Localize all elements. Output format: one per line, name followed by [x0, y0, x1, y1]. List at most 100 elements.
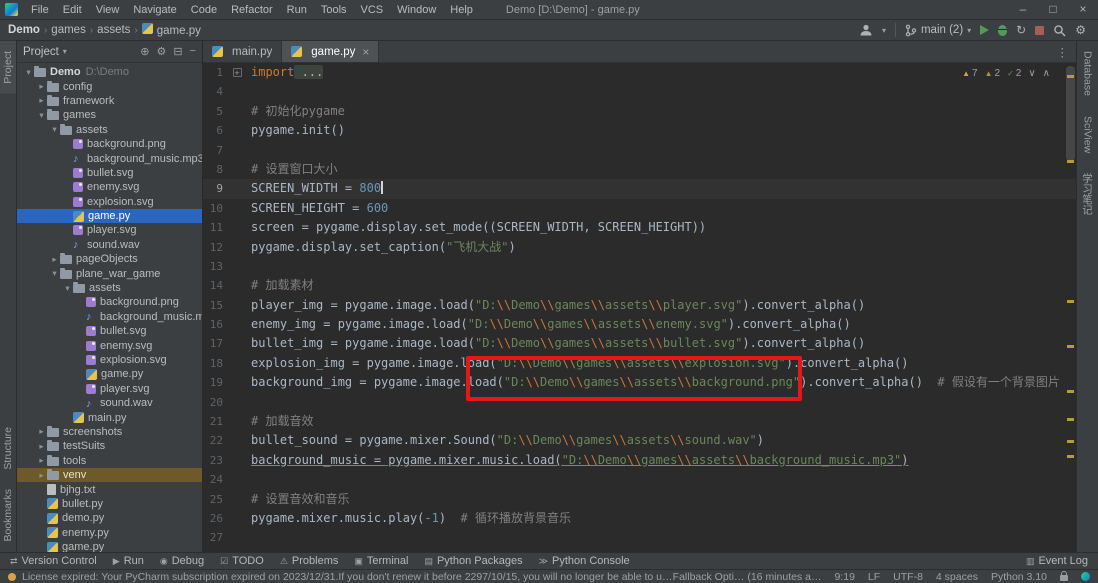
line-number[interactable]: 17: [203, 334, 223, 353]
chevron-down-icon[interactable]: ▾: [36, 110, 47, 121]
chevron-right-icon[interactable]: ▸: [36, 426, 47, 437]
collapse-all-icon[interactable]: ⊟: [173, 45, 182, 58]
chevron-down-icon[interactable]: ▾: [62, 283, 73, 294]
line-number[interactable]: 6: [203, 121, 223, 140]
code-line[interactable]: 20: [203, 393, 1076, 412]
toolwindow-button-python-packages[interactable]: ▤ Python Packages: [424, 555, 522, 567]
code-line[interactable]: 9 SCREEN_WIDTH = 800: [203, 179, 1076, 199]
line-number[interactable]: 18: [203, 354, 223, 373]
lock-icon[interactable]: [1060, 571, 1068, 581]
tool-strip-tab-学习笔记[interactable]: 学习笔记: [1077, 163, 1098, 225]
tree-item-sound.wav[interactable]: sound.wav: [17, 238, 202, 252]
toolwindow-button-terminal[interactable]: ▣ Terminal: [354, 555, 408, 567]
tab-game.py[interactable]: game.py ×: [282, 41, 380, 62]
tree-item-bjhg.txt[interactable]: bjhg.txt: [17, 482, 202, 496]
tree-item-sound.wav[interactable]: sound.wav: [17, 396, 202, 410]
code-line[interactable]: 22 bullet_sound = pygame.mixer.Sound("D:\…: [203, 431, 1076, 450]
debug-button[interactable]: [998, 24, 1008, 36]
line-number[interactable]: 23: [203, 451, 223, 470]
tree-item-config[interactable]: ▸ config: [17, 79, 202, 93]
tree-item-background.png[interactable]: background.png: [17, 295, 202, 309]
user-icon[interactable]: [859, 23, 873, 37]
menu-file[interactable]: File: [24, 2, 56, 18]
code-line[interactable]: 19 background_img = pygame.image.load("D:…: [203, 373, 1076, 392]
status-item[interactable]: Python 3.10: [991, 571, 1047, 583]
line-number[interactable]: 8: [203, 160, 223, 179]
tree-item-explosion.svg[interactable]: explosion.svg: [17, 195, 202, 209]
line-number[interactable]: 25: [203, 490, 223, 509]
chevron-right-icon[interactable]: ▸: [36, 95, 47, 106]
chevron-right-icon[interactable]: ▸: [36, 441, 47, 452]
tree-item-games[interactable]: ▾ games: [17, 108, 202, 122]
line-number[interactable]: 27: [203, 528, 223, 547]
close-icon[interactable]: ×: [362, 45, 369, 59]
status-item[interactable]: UTF-8: [893, 571, 923, 583]
tree-item-main.py[interactable]: main.py: [17, 410, 202, 424]
code-line[interactable]: 24: [203, 470, 1076, 489]
tree-item-enemy.svg[interactable]: enemy.svg: [17, 338, 202, 352]
notifications-icon[interactable]: [1081, 572, 1090, 581]
run-button[interactable]: [980, 25, 990, 35]
hide-panel-icon[interactable]: −: [190, 45, 196, 58]
menu-tools[interactable]: Tools: [314, 2, 354, 18]
line-number[interactable]: 1: [203, 63, 223, 82]
breadcrumb-item-Demo[interactable]: Demo: [8, 24, 40, 36]
tree-item-explosion.svg[interactable]: explosion.svg: [17, 353, 202, 367]
line-number[interactable]: 26: [203, 509, 223, 528]
menu-help[interactable]: Help: [443, 2, 480, 18]
tree-item-background_music.mp3[interactable]: background_music.mp3: [17, 151, 202, 165]
toolwindow-button-python-console[interactable]: ≫ Python Console: [539, 555, 630, 567]
event-log-button[interactable]: ▥ Event Log: [1026, 555, 1088, 567]
fold-expand-icon[interactable]: +: [223, 63, 251, 82]
menu-window[interactable]: Window: [390, 2, 443, 18]
code-line[interactable]: 14 # 加载素材: [203, 276, 1076, 295]
prev-warning-icon[interactable]: ∧: [1043, 68, 1050, 79]
toolwindow-button-version-control[interactable]: ⇄ Version Control: [10, 555, 97, 567]
status-item[interactable]: Fallback Opti… (16 minutes a…: [673, 571, 822, 583]
tree-item-bullet.py[interactable]: bullet.py: [17, 497, 202, 511]
menu-vcs[interactable]: VCS: [354, 2, 391, 18]
tree-item-assets[interactable]: ▾ assets: [17, 123, 202, 137]
close-icon[interactable]: ×: [1068, 0, 1098, 20]
chevron-down-icon[interactable]: ▾: [23, 67, 34, 78]
line-number[interactable]: 21: [203, 412, 223, 431]
warnings-indicator[interactable]: ▲ 7: [962, 68, 977, 79]
menu-view[interactable]: View: [89, 2, 127, 18]
tree-item-game.py[interactable]: game.py: [17, 208, 202, 224]
status-item[interactable]: 9:19: [834, 571, 854, 583]
toolwindow-button-debug[interactable]: ◉ Debug: [160, 555, 204, 567]
menu-code[interactable]: Code: [184, 2, 224, 18]
tree-item-demo.py[interactable]: demo.py: [17, 511, 202, 525]
next-warning-icon[interactable]: ∨: [1028, 68, 1035, 79]
tool-strip-tab-structure[interactable]: Structure: [0, 417, 16, 480]
line-number[interactable]: 16: [203, 315, 223, 334]
line-number[interactable]: 12: [203, 238, 223, 257]
line-number[interactable]: 5: [203, 102, 223, 121]
line-number[interactable]: 19: [203, 373, 223, 392]
tree-item-framework[interactable]: ▸ framework: [17, 94, 202, 108]
tree-item-game.py[interactable]: game.py: [17, 367, 202, 381]
git-branch-widget[interactable]: main (2) ▾: [905, 24, 971, 37]
tree-item-player.svg[interactable]: player.svg: [17, 223, 202, 237]
line-number[interactable]: 13: [203, 257, 223, 276]
tree-item-assets[interactable]: ▾ assets: [17, 281, 202, 295]
tree-item-pageObjects[interactable]: ▸ pageObjects: [17, 252, 202, 266]
chevron-down-icon[interactable]: ▾: [49, 268, 60, 279]
chevron-down-icon[interactable]: ▾: [882, 26, 886, 35]
toolwindow-button-todo[interactable]: ☑ TODO: [220, 555, 264, 567]
status-item[interactable]: LF: [868, 571, 880, 583]
tool-strip-tab-bookmarks[interactable]: Bookmarks: [0, 479, 16, 552]
tree-item-game.py[interactable]: game.py: [17, 540, 202, 552]
tree-item-venv[interactable]: ▸ venv: [17, 467, 202, 483]
locate-icon[interactable]: ⊕: [140, 45, 149, 58]
code-line[interactable]: 18 explosion_img = pygame.image.load("D:\…: [203, 354, 1076, 373]
code-line[interactable]: 10 SCREEN_HEIGHT = 600: [203, 199, 1076, 218]
chevron-right-icon[interactable]: ▸: [36, 470, 47, 481]
breadcrumb-item-game.py[interactable]: game.py: [141, 23, 201, 37]
code-line[interactable]: 6 pygame.init(): [203, 121, 1076, 140]
passed-indicator[interactable]: ✓ 2: [1007, 68, 1021, 79]
code-line[interactable]: 4: [203, 82, 1076, 101]
tab-options-icon[interactable]: ⋮: [1049, 41, 1077, 62]
code-line[interactable]: 15 player_img = pygame.image.load("D:\\De…: [203, 296, 1076, 315]
line-number[interactable]: 9: [203, 179, 223, 198]
